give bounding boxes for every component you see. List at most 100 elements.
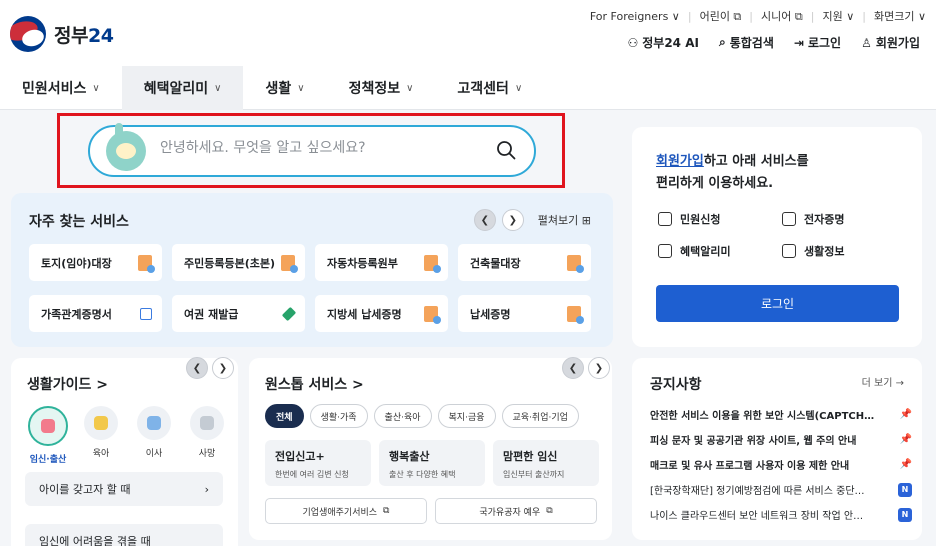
notice-item[interactable]: 나이스 클라우드센터 보안 네트워크 장비 작업 안… N bbox=[650, 502, 912, 527]
service-building-register[interactable]: 건축물대장 bbox=[458, 244, 591, 281]
service-passport-reissue[interactable]: 여권 재발급 bbox=[172, 295, 305, 332]
guide-death[interactable]: 사망 bbox=[186, 406, 228, 465]
nav-policy[interactable]: 정책정보 ∨ bbox=[327, 66, 436, 110]
guide-childcare[interactable]: 육아 bbox=[80, 406, 122, 465]
login-link[interactable]: ⇥ 로그인 bbox=[794, 34, 841, 51]
onestop-title[interactable]: 원스톱 서비스 > bbox=[265, 374, 364, 394]
login-services: 민원신청 전자증명 혜택알리미 생활정보 bbox=[658, 211, 902, 259]
for-foreigners-link[interactable]: For Foreigners ∨ bbox=[590, 10, 680, 23]
search-icon[interactable] bbox=[496, 140, 516, 160]
search-box bbox=[88, 123, 536, 177]
gov24-ai-button[interactable]: ⚇ 정부24 AI bbox=[627, 34, 698, 51]
chevron-down-icon: ∨ bbox=[214, 82, 222, 94]
chip-all[interactable]: 전체 bbox=[265, 404, 304, 428]
house-icon bbox=[147, 416, 161, 430]
gift-icon bbox=[658, 244, 672, 258]
flower-icon bbox=[200, 416, 214, 430]
life-guide-arrows: ❮ ❯ bbox=[186, 357, 234, 379]
login-button[interactable]: 로그인 bbox=[656, 285, 899, 322]
logo-text: 정부24 bbox=[54, 24, 114, 47]
chevron-down-icon: ∨ bbox=[297, 82, 305, 94]
header: 정부24 For Foreigners ∨ | 어린이 ⧉ | 시니어 ⧉ | … bbox=[0, 0, 936, 110]
veterans-link[interactable]: 국가유공자 예우 ⧉ bbox=[435, 498, 597, 524]
guide-moving[interactable]: 이사 bbox=[133, 406, 175, 465]
notice-more-link[interactable]: 더 보기 → bbox=[862, 374, 904, 389]
mascot-icon bbox=[106, 123, 146, 171]
onestop-tiles: 전입신고+ 한번에 여러 김변 신청 행복출산 출산 후 다양한 혜택 맘편한 임신… bbox=[265, 440, 599, 486]
next-arrow-icon[interactable]: ❯ bbox=[212, 357, 234, 379]
chevron-down-icon: ∨ bbox=[514, 82, 523, 94]
unified-search-button[interactable]: ⌕ 통합검색 bbox=[719, 34, 774, 51]
onestop-links: 기업생애주기서비스 ⧉ 국가유공자 예우 ⧉ bbox=[265, 498, 597, 524]
civil-application-item[interactable]: 민원신청 bbox=[658, 211, 778, 227]
search-icon: ⌕ bbox=[718, 35, 726, 49]
frequent-services-controls: ❮ ❯ 펼쳐보기 ⊞ bbox=[473, 209, 591, 231]
support-menu[interactable]: 지원 ∨ bbox=[822, 8, 854, 24]
nav-benefits[interactable]: 혜택알리미 ∨ bbox=[121, 66, 244, 110]
onestop-arrows: ❮ ❯ bbox=[562, 357, 610, 379]
tile-happy-birth[interactable]: 행복출산 출산 후 다양한 혜택 bbox=[379, 440, 485, 486]
business-lifecycle-link[interactable]: 기업생애주기서비스 ⧉ bbox=[265, 498, 427, 524]
utility-bar: ⚇ 정부24 AI ⌕ 통합검색 ⇥ 로그인 ♙ 회원가입 bbox=[627, 34, 920, 51]
service-land-register[interactable]: 토지(임야)대장 bbox=[29, 244, 162, 281]
certificate-icon bbox=[782, 212, 796, 226]
notice-item[interactable]: 매크로 및 유사 프로그램 사용자 이용 제한 안내 📌 bbox=[650, 452, 912, 477]
benefit-alert-item[interactable]: 혜택알리미 bbox=[658, 243, 778, 259]
signup-inline-link[interactable]: 회원가입 bbox=[656, 154, 704, 169]
search-input[interactable] bbox=[160, 140, 480, 156]
life-guide-title[interactable]: 생활가이드 > bbox=[27, 374, 108, 394]
gov24-logo[interactable]: 정부24 bbox=[10, 16, 114, 52]
document-icon bbox=[281, 254, 298, 273]
guide-pregnancy[interactable]: 임신·출산 bbox=[27, 406, 69, 465]
taegeuk-logo-icon bbox=[10, 16, 46, 52]
next-arrow-icon[interactable]: ❯ bbox=[588, 357, 610, 379]
notice-item[interactable]: 안전한 서비스 이용을 위한 보안 시스템(CAPTCH… 📌 bbox=[650, 402, 912, 427]
external-link-icon: ⧉ bbox=[383, 506, 390, 516]
service-vehicle-register[interactable]: 자동차등록원부 bbox=[315, 244, 448, 281]
application-icon bbox=[658, 212, 672, 226]
nav-customer-center[interactable]: 고객센터 ∨ bbox=[435, 66, 544, 110]
service-local-tax-certificate[interactable]: 지방세 납세증명 bbox=[315, 295, 448, 332]
prev-arrow-icon[interactable]: ❮ bbox=[473, 209, 496, 231]
prev-arrow-icon[interactable]: ❮ bbox=[562, 357, 584, 379]
tile-easy-pregnancy[interactable]: 맘편한 임신 임신부터 출산까지 bbox=[493, 440, 599, 486]
service-family-certificate[interactable]: 가족관계증명서 bbox=[29, 295, 162, 332]
external-link-icon: ⧉ bbox=[546, 506, 553, 516]
frequent-services-title: 자주 찾는 서비스 bbox=[29, 214, 129, 230]
chip-birth-childcare[interactable]: 출산·육아 bbox=[373, 404, 432, 428]
chip-life-family[interactable]: 생활·가족 bbox=[309, 404, 368, 428]
chevron-down-icon: ∨ bbox=[406, 82, 414, 94]
guide-item-infertility[interactable]: 임신에 어려움을 겪을 때 bbox=[25, 524, 223, 546]
notice-list: 안전한 서비스 이용을 위한 보안 시스템(CAPTCH… 📌 피싱 문자 및 공… bbox=[650, 402, 912, 527]
service-resident-register[interactable]: 주민등록등본(초본) bbox=[172, 244, 305, 281]
nav-civil-services[interactable]: 민원서비스 ∨ bbox=[0, 66, 122, 110]
guide-item-conceive[interactable]: 아이를 갖고자 할 때 › bbox=[25, 472, 223, 506]
login-card: 회원가입하고 아래 서비스를 편리하게 이용하세요. 민원신청 전자증명 혜택알… bbox=[632, 127, 922, 347]
next-arrow-icon[interactable]: ❯ bbox=[501, 209, 524, 231]
info-card-icon bbox=[782, 244, 796, 258]
screen-size-menu[interactable]: 화면크기 ∨ bbox=[874, 8, 926, 24]
frequent-services-panel: 자주 찾는 서비스 ❮ ❯ 펼쳐보기 ⊞ 토지(임야)대장 주민등록등본(초본)… bbox=[11, 193, 613, 347]
expand-link[interactable]: 펼쳐보기 ⊞ bbox=[538, 212, 591, 228]
life-guide-icons: 임신·출산 육아 이사 사망 bbox=[27, 406, 228, 465]
tile-move-in-report[interactable]: 전입신고+ 한번에 여러 김변 신청 bbox=[265, 440, 371, 486]
chip-welfare-finance[interactable]: 복지·금융 bbox=[437, 404, 496, 428]
user-plus-icon: ♙ bbox=[861, 35, 872, 50]
chip-education-job-business[interactable]: 교육·취업·기업 bbox=[501, 404, 579, 428]
notice-card: 공지사항 더 보기 → 안전한 서비스 이용을 위한 보안 시스템(CAPTCH… bbox=[632, 358, 922, 540]
e-certificate-item[interactable]: 전자증명 bbox=[782, 211, 902, 227]
senior-link[interactable]: 시니어 ⧉ bbox=[761, 8, 803, 24]
document-icon bbox=[138, 254, 155, 273]
document-icon bbox=[424, 305, 441, 324]
prev-arrow-icon[interactable]: ❮ bbox=[186, 357, 208, 379]
signup-link[interactable]: ♙ 회원가입 bbox=[861, 34, 920, 51]
nav-life[interactable]: 생활 ∨ bbox=[243, 66, 326, 110]
life-info-item[interactable]: 생활정보 bbox=[782, 243, 902, 259]
kids-link[interactable]: 어린이 ⧉ bbox=[700, 8, 742, 24]
notice-item[interactable]: [한국장학재단] 정기예방점검에 따른 서비스 중단… N bbox=[650, 477, 912, 502]
main-nav: 민원서비스 ∨ 혜택알리미 ∨ 생활 ∨ 정책정보 ∨ 고객센터 ∨ bbox=[0, 66, 544, 110]
notice-title: 공지사항 bbox=[650, 377, 702, 393]
notice-item[interactable]: 피싱 문자 및 공공기관 위장 사이트, 웹 주의 안내 📌 bbox=[650, 427, 912, 452]
service-tax-certificate[interactable]: 납세증명 bbox=[458, 295, 591, 332]
external-link-icon bbox=[140, 307, 152, 320]
